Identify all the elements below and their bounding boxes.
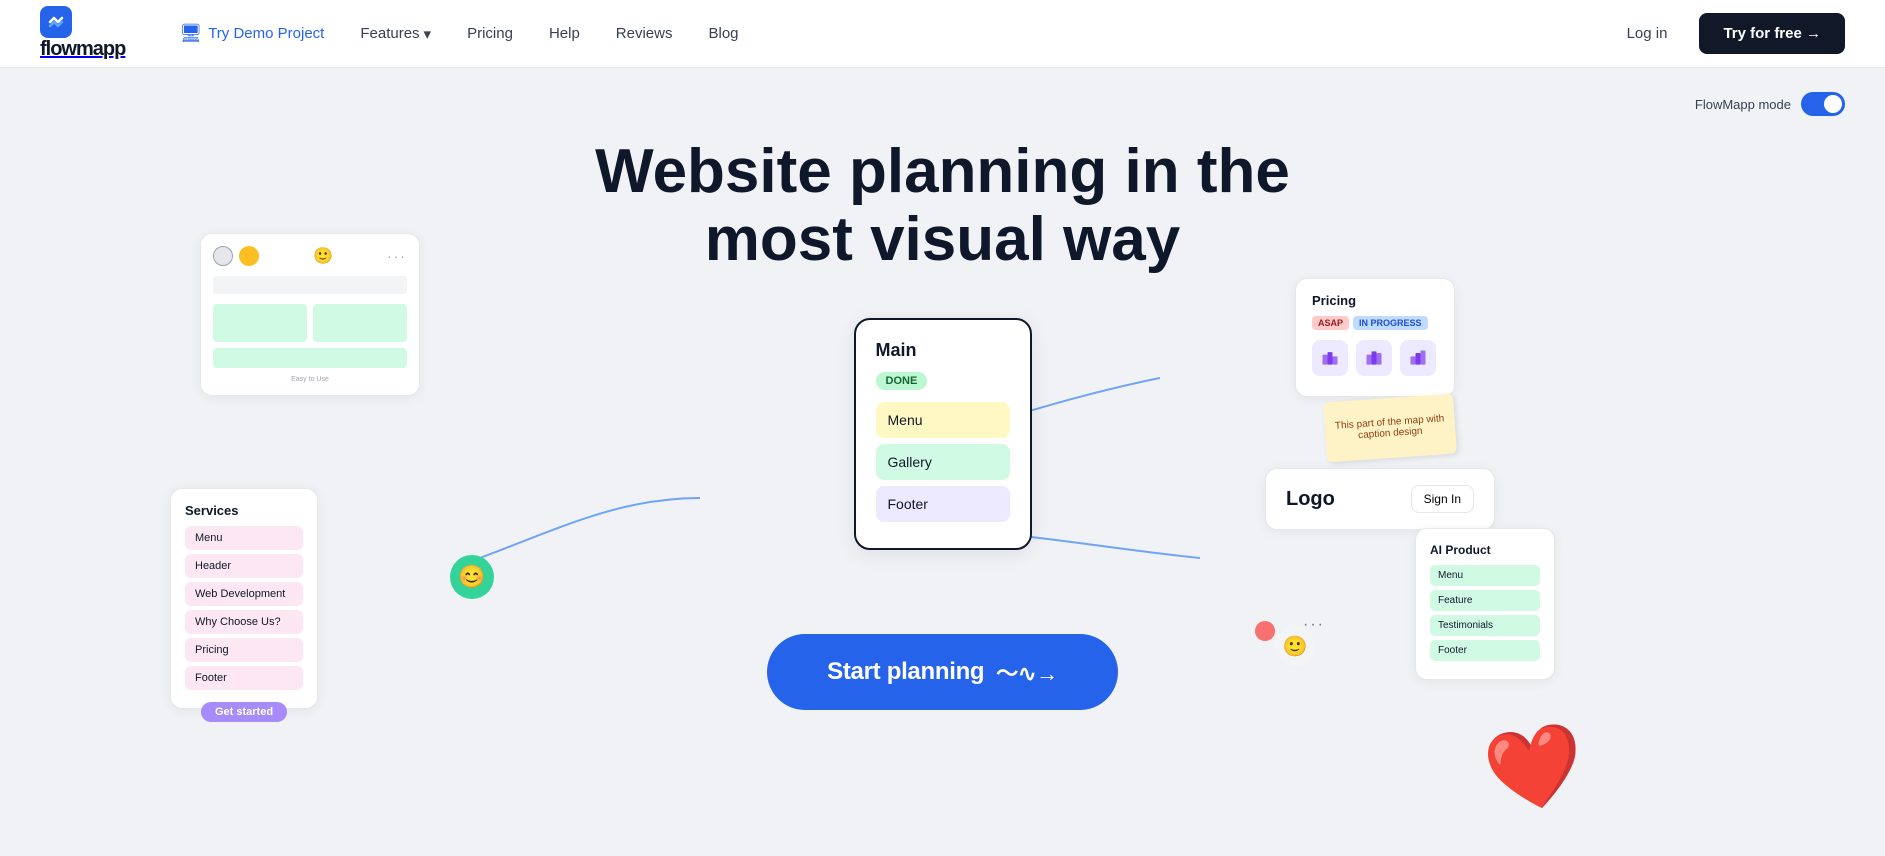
chevron-down-icon: ▾ [424, 25, 432, 43]
nav-actions: Log in Try for free → [1611, 13, 1845, 54]
dot-yellow [239, 246, 259, 266]
hero-section: FlowMapp mode Website planning in the mo… [0, 68, 1885, 856]
ai-item-footer: Footer [1430, 640, 1540, 661]
heart-deco-icon: ❤️ [1478, 714, 1592, 824]
red-dot-deco [1255, 621, 1275, 641]
flowmapp-mode-label: FlowMapp mode [1695, 97, 1791, 112]
services-card-title: Services [185, 503, 303, 518]
flowmapp-mode-toggle[interactable] [1801, 92, 1845, 116]
sign-in-button[interactable]: Sign In [1411, 485, 1474, 513]
canvas-cell-2 [313, 304, 407, 342]
nav-pricing-link[interactable]: Pricing [453, 17, 527, 50]
pricing-card: Pricing ASAP IN PROGRESS [1295, 278, 1455, 397]
smiley-green-icon: 😊 [450, 555, 494, 599]
cta-label: Start planning [827, 658, 984, 686]
canvas-design-card: 🙂 ··· Easy to Use [200, 233, 420, 396]
pricing-icon-2 [1356, 340, 1392, 376]
main-sitemap-card: Main DONE Menu Gallery Footer [854, 318, 1032, 550]
in-progress-badge: IN PROGRESS [1353, 316, 1428, 330]
handle-br [403, 361, 413, 371]
pricing-icon-1 [1312, 340, 1348, 376]
smiley-gray-icon: 🙂 [1275, 626, 1315, 666]
cta-wave-icon: 〜∿→ [996, 656, 1058, 688]
handle-tr [403, 265, 413, 275]
hero-headline: Website planning in the most visual way [595, 138, 1290, 274]
ai-card-title: AI Product [1430, 543, 1540, 557]
canvas-cell-3 [213, 348, 407, 368]
main-card-title: Main [876, 340, 1010, 361]
dots-menu-icon: ··· [1303, 616, 1325, 634]
logo-card: Logo Sign In [1265, 468, 1495, 530]
hero-cta-area: Start planning 〜∿→ [767, 634, 1118, 710]
services-card: Services Menu Header Web Development Why… [170, 488, 318, 709]
demo-icon: 🖥 [179, 23, 202, 44]
pricing-icon-row [1312, 340, 1438, 376]
canvas-dots [213, 246, 259, 266]
service-item-pricing: Pricing [185, 638, 303, 662]
toggle-thumb [1824, 95, 1842, 113]
emoji-face-icon: 🙂 [313, 246, 333, 266]
pricing-badges: ASAP IN PROGRESS [1312, 316, 1438, 330]
logo-card-text: Logo [1286, 488, 1335, 511]
canvas-cell-1 [213, 304, 307, 342]
handle-bl [247, 361, 257, 371]
logo-icon [40, 6, 72, 38]
canvas-grid: Easy to Use [213, 276, 407, 383]
login-button[interactable]: Log in [1611, 17, 1684, 50]
handle-tl [247, 265, 257, 275]
image-placeholder-yellow: 🐱 [255, 288, 395, 378]
service-item-webdev: Web Development [185, 582, 303, 606]
ai-item-feature: Feature [1430, 590, 1540, 611]
service-item-header: Header [185, 554, 303, 578]
ai-item-menu: Menu [1430, 565, 1540, 586]
canvas-label: Easy to Use [213, 376, 407, 383]
start-planning-button[interactable]: Start planning 〜∿→ [767, 634, 1118, 710]
logo-text: flowmapp [40, 38, 125, 61]
nav-links: 🖥 Try Demo Project Features ▾ Pricing He… [165, 15, 1610, 52]
footer-item: Footer [876, 486, 1010, 522]
service-item-whychoose: Why Choose Us? [185, 610, 303, 634]
try-for-free-button[interactable]: Try for free → [1699, 13, 1845, 54]
nav-help-link[interactable]: Help [535, 17, 594, 50]
canvas-cell-full [213, 276, 407, 294]
gallery-item: Gallery [876, 444, 1010, 480]
menu-item: Menu [876, 402, 1010, 438]
navbar: flowmapp 🖥 Try Demo Project Features ▾ P… [0, 0, 1885, 68]
pricing-icon-3 [1400, 340, 1436, 376]
nav-demo-link[interactable]: 🖥 Try Demo Project [165, 15, 338, 52]
service-item-menu: Menu [185, 526, 303, 550]
nav-features-link[interactable]: Features ▾ [346, 17, 445, 51]
dot-oval [213, 246, 233, 266]
done-badge: DONE [876, 372, 928, 390]
canvas-top-bar: 🙂 ··· [213, 246, 407, 266]
service-item-footer: Footer [185, 666, 303, 690]
ai-item-testimonials: Testimonials [1430, 615, 1540, 636]
ai-product-card: AI Product Menu Feature Testimonials Foo… [1415, 528, 1555, 680]
pricing-card-title: Pricing [1312, 293, 1438, 308]
logo[interactable]: flowmapp [40, 6, 165, 61]
get-started-badge: Get started [201, 702, 287, 722]
selection-box [250, 268, 410, 368]
more-options-icon: ··· [387, 248, 407, 264]
flowmapp-mode-toggle-area: FlowMapp mode [1695, 92, 1845, 116]
asap-badge: ASAP [1312, 316, 1349, 330]
nav-blog-link[interactable]: Blog [694, 17, 752, 50]
hero-title: Website planning in the most visual way [595, 138, 1290, 274]
nav-reviews-link[interactable]: Reviews [602, 17, 687, 50]
sticky-note: This part of the map with caption design [1323, 394, 1457, 463]
